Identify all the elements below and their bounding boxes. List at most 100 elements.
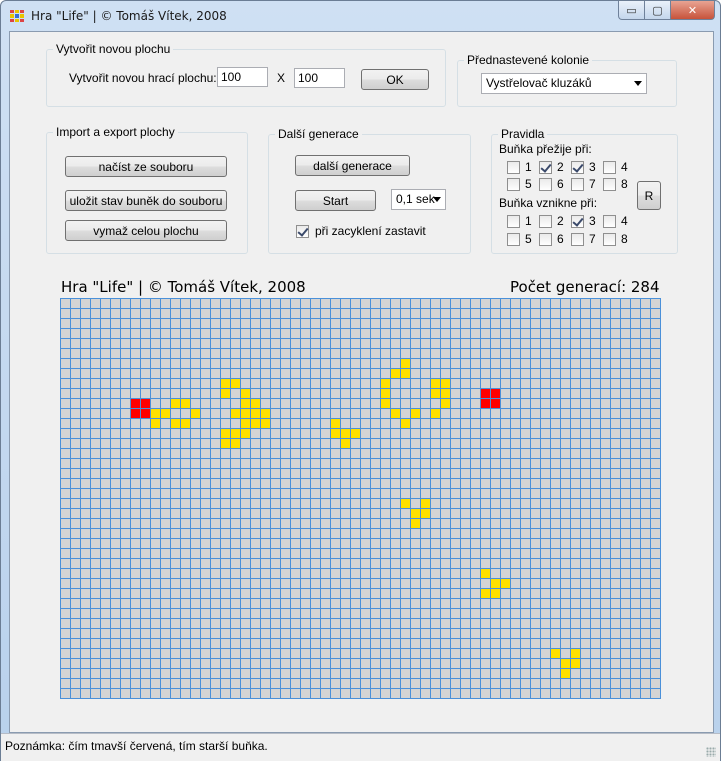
live-cell[interactable] [431,409,440,418]
save-file-button[interactable]: uložit stav buněk do souboru [65,190,227,211]
live-cell[interactable] [191,409,200,418]
birth-checkbox-7[interactable] [571,232,584,246]
live-cell[interactable] [381,379,390,388]
live-cell[interactable] [481,399,490,408]
live-cell[interactable] [421,499,430,508]
survive-option-6[interactable]: 6 [539,177,565,191]
minimize-button[interactable]: ▭ [618,1,645,20]
live-cell[interactable] [221,429,230,438]
live-cell[interactable] [571,659,580,668]
survive-option-3[interactable]: 3 [571,160,597,174]
live-cell[interactable] [251,409,260,418]
birth-option-2[interactable]: 2 [539,214,565,228]
maximize-button[interactable]: ▢ [645,1,671,20]
live-cell[interactable] [491,389,500,398]
live-cell[interactable] [131,409,140,418]
survive-checkbox-1[interactable] [507,160,520,174]
live-cell[interactable] [231,439,240,448]
live-cell[interactable] [131,399,140,408]
live-cell[interactable] [411,519,420,528]
resize-grip-icon[interactable] [706,747,716,757]
survive-checkbox-6[interactable] [539,177,552,191]
birth-option-4[interactable]: 4 [603,214,629,228]
live-cell[interactable] [391,409,400,418]
live-cell[interactable] [561,669,570,678]
live-cell[interactable] [221,389,230,398]
live-cell[interactable] [331,419,340,428]
close-button[interactable]: ✕ [671,1,715,20]
live-cell[interactable] [441,379,450,388]
live-cell[interactable] [441,399,450,408]
live-cell[interactable] [561,659,570,668]
live-cell[interactable] [401,359,410,368]
live-cell[interactable] [141,399,150,408]
live-cell[interactable] [551,649,560,658]
board-width-input[interactable]: 100 [217,67,268,87]
live-cell[interactable] [381,399,390,408]
live-cell[interactable] [241,399,250,408]
reset-rules-button[interactable]: R [637,181,661,210]
ok-button[interactable]: OK [361,69,429,90]
live-cell[interactable] [391,369,400,378]
live-cell[interactable] [331,429,340,438]
survive-checkbox-3[interactable] [571,160,584,174]
live-cell[interactable] [381,389,390,398]
birth-option-6[interactable]: 6 [539,232,565,246]
birth-checkbox-1[interactable] [507,214,520,228]
life-board-grid[interactable] [60,298,661,699]
survive-option-4[interactable]: 4 [603,160,629,174]
live-cell[interactable] [171,399,180,408]
live-cell[interactable] [441,389,450,398]
survive-option-8[interactable]: 8 [603,177,629,191]
live-cell[interactable] [251,419,260,428]
birth-option-3[interactable]: 3 [571,214,597,228]
survive-option-7[interactable]: 7 [571,177,597,191]
live-cell[interactable] [491,589,500,598]
birth-checkbox-3[interactable] [571,214,584,228]
clear-board-button[interactable]: vymaž celou plochu [65,220,227,241]
live-cell[interactable] [151,409,160,418]
live-cell[interactable] [571,649,580,658]
live-cell[interactable] [421,509,430,518]
live-cell[interactable] [221,379,230,388]
live-cell[interactable] [341,429,350,438]
live-cell[interactable] [181,419,190,428]
stop-on-loop-checkbox[interactable] [296,224,309,238]
survive-checkbox-2[interactable] [539,160,552,174]
live-cell[interactable] [351,429,360,438]
live-cell[interactable] [431,379,440,388]
live-cell[interactable] [241,389,250,398]
live-cell[interactable] [251,399,260,408]
live-cell[interactable] [231,429,240,438]
live-cell[interactable] [481,389,490,398]
survive-option-5[interactable]: 5 [507,177,533,191]
live-cell[interactable] [221,439,230,448]
survive-option-2[interactable]: 2 [539,160,565,174]
live-cell[interactable] [401,369,410,378]
board-height-input[interactable]: 100 [294,68,345,88]
live-cell[interactable] [161,409,170,418]
start-button[interactable]: Start [295,190,376,211]
birth-option-8[interactable]: 8 [603,232,629,246]
survive-checkbox-8[interactable] [603,177,616,191]
live-cell[interactable] [481,569,490,578]
live-cell[interactable] [501,579,510,588]
birth-option-7[interactable]: 7 [571,232,597,246]
live-cell[interactable] [491,399,500,408]
title-bar[interactable]: Hra "Life" | © Tomáš Vítek, 2008 ▭ ▢ ✕ [1,1,720,31]
birth-option-5[interactable]: 5 [507,232,533,246]
live-cell[interactable] [241,419,250,428]
live-cell[interactable] [411,509,420,518]
birth-checkbox-5[interactable] [507,232,520,246]
live-cell[interactable] [411,409,420,418]
live-cell[interactable] [231,409,240,418]
live-cell[interactable] [481,589,490,598]
live-cell[interactable] [401,419,410,428]
live-cell[interactable] [171,419,180,428]
live-cell[interactable] [241,429,250,438]
live-cell[interactable] [401,499,410,508]
live-cell[interactable] [231,379,240,388]
live-cell[interactable] [151,419,160,428]
survive-checkbox-5[interactable] [507,177,520,191]
live-cell[interactable] [491,579,500,588]
